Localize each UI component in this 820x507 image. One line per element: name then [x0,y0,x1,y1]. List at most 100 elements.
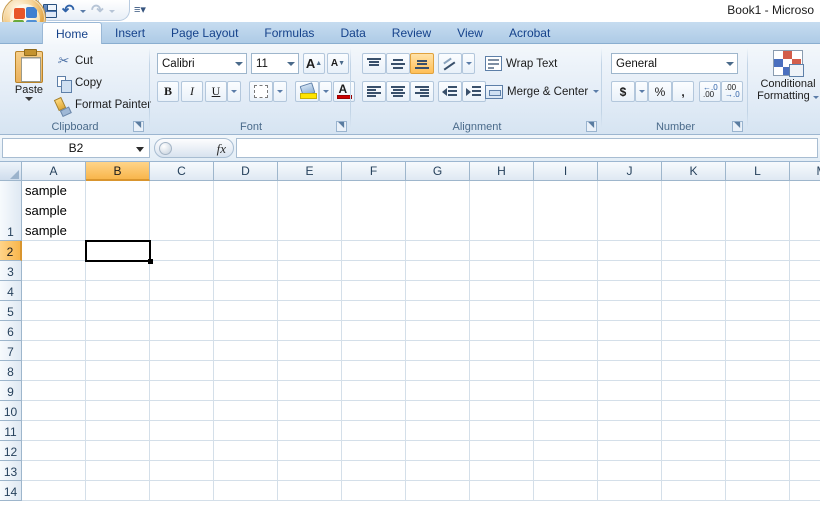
cell-I4[interactable] [534,281,598,301]
cell-M10[interactable] [790,401,820,421]
cell-C13[interactable] [150,461,214,481]
cell-E11[interactable] [278,421,342,441]
column-header-h[interactable]: H [470,162,534,181]
cell-C2[interactable] [150,241,214,261]
cell-D11[interactable] [214,421,278,441]
column-header-f[interactable]: F [342,162,406,181]
cell-F8[interactable] [342,361,406,381]
cell-K1[interactable] [662,181,726,241]
cell-F5[interactable] [342,301,406,321]
cell-C9[interactable] [150,381,214,401]
row-header-1[interactable]: 1 [0,181,22,241]
cell-G13[interactable] [406,461,470,481]
cell-A3[interactable] [22,261,86,281]
increase-indent-button[interactable] [462,81,486,102]
borders-dropdown[interactable] [273,81,287,102]
cell-M9[interactable] [790,381,820,401]
column-header-a[interactable]: A [22,162,86,181]
cell-J11[interactable] [598,421,662,441]
cell-E12[interactable] [278,441,342,461]
cell-A11[interactable] [22,421,86,441]
cell-M8[interactable] [790,361,820,381]
formula-input[interactable] [236,138,818,158]
cell-I2[interactable] [534,241,598,261]
cell-K13[interactable] [662,461,726,481]
cell-L1[interactable] [726,181,790,241]
cell-F14[interactable] [342,481,406,501]
cell-A9[interactable] [22,381,86,401]
cell-A12[interactable] [22,441,86,461]
redo-button[interactable]: ↷ [89,2,109,20]
cell-G9[interactable] [406,381,470,401]
cell-D4[interactable] [214,281,278,301]
align-right-button[interactable] [410,81,434,102]
bold-button[interactable]: B [157,81,179,102]
cell-J8[interactable] [598,361,662,381]
cell-H14[interactable] [470,481,534,501]
undo-dropdown[interactable] [80,2,89,20]
cell-D14[interactable] [214,481,278,501]
cell-L12[interactable] [726,441,790,461]
tab-data[interactable]: Data [327,22,378,44]
decrease-decimal-button[interactable]: .00 →.0 [721,81,743,102]
cell-C3[interactable] [150,261,214,281]
cell-E4[interactable] [278,281,342,301]
merge-center-button[interactable]: Merge & Center [485,82,600,101]
alignment-dialog-launcher[interactable] [586,120,597,132]
customize-qat-button[interactable]: ≡▾ [134,3,146,16]
cell-I13[interactable] [534,461,598,481]
cell-G5[interactable] [406,301,470,321]
cell-J10[interactable] [598,401,662,421]
percent-button[interactable]: % [648,81,672,102]
cell-J12[interactable] [598,441,662,461]
cell-H9[interactable] [470,381,534,401]
align-top-button[interactable] [362,53,386,74]
column-header-g[interactable]: G [406,162,470,181]
tab-review[interactable]: Review [379,22,444,44]
conditional-formatting-button[interactable]: Conditional Formatting [757,48,819,120]
row-header-5[interactable]: 5 [0,301,22,321]
cell-J6[interactable] [598,321,662,341]
align-left-button[interactable] [362,81,386,102]
cell-C1[interactable] [150,181,214,241]
column-header-d[interactable]: D [214,162,278,181]
cell-K6[interactable] [662,321,726,341]
cell-F11[interactable] [342,421,406,441]
format-painter-button[interactable]: Format Painter [53,95,151,114]
cell-I3[interactable] [534,261,598,281]
cell-G3[interactable] [406,261,470,281]
italic-button[interactable]: I [181,81,203,102]
cell-E6[interactable] [278,321,342,341]
cell-D8[interactable] [214,361,278,381]
cell-L2[interactable] [726,241,790,261]
orientation-button[interactable] [438,53,462,74]
comma-button[interactable]: , [672,81,694,102]
row-header-8[interactable]: 8 [0,361,22,381]
cell-E5[interactable] [278,301,342,321]
row-header-7[interactable]: 7 [0,341,22,361]
cell-D2[interactable] [214,241,278,261]
font-name-combo[interactable]: Calibri [157,53,247,74]
cell-F9[interactable] [342,381,406,401]
cell-G12[interactable] [406,441,470,461]
column-header-b[interactable]: B [86,162,150,181]
cell-A8[interactable] [22,361,86,381]
cell-M6[interactable] [790,321,820,341]
cell-I9[interactable] [534,381,598,401]
cell-C4[interactable] [150,281,214,301]
cell-B3[interactable] [86,261,150,281]
cell-J13[interactable] [598,461,662,481]
cell-G6[interactable] [406,321,470,341]
cell-F7[interactable] [342,341,406,361]
cell-B10[interactable] [86,401,150,421]
cell-C7[interactable] [150,341,214,361]
cell-F2[interactable] [342,241,406,261]
cell-B11[interactable] [86,421,150,441]
cell-D3[interactable] [214,261,278,281]
cell-M3[interactable] [790,261,820,281]
cell-G8[interactable] [406,361,470,381]
cell-H13[interactable] [470,461,534,481]
cell-L5[interactable] [726,301,790,321]
cell-K10[interactable] [662,401,726,421]
column-header-l[interactable]: L [726,162,790,181]
